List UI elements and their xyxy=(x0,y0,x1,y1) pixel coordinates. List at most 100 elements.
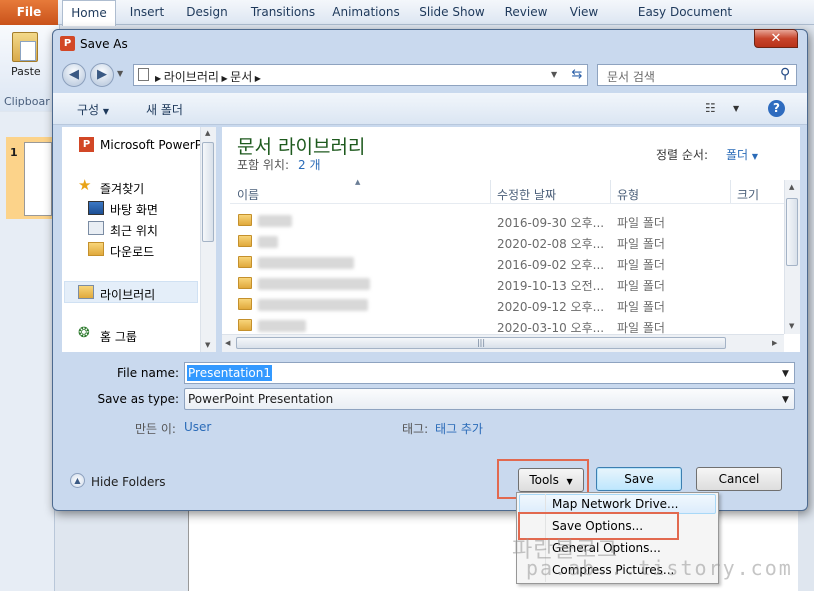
row-type: 파일 폴더 xyxy=(617,300,665,314)
file-name-dropdown-icon[interactable]: ▼ xyxy=(782,369,789,379)
save-as-type-label: Save as type: xyxy=(97,392,179,406)
nav-item-powerpoint[interactable]: Microsoft PowerPo xyxy=(100,138,200,152)
sort-by-label: 정렬 순서: xyxy=(656,148,709,162)
column-header-name[interactable]: 이름 xyxy=(237,186,259,203)
chevron-down-icon: ▼ xyxy=(102,107,110,116)
row-date: 2020-02-08 오후... xyxy=(497,237,605,251)
breadcrumb-libraries[interactable]: 라이브러리 xyxy=(164,70,219,84)
row-type: 파일 폴더 xyxy=(617,279,665,293)
tab-easy-document-creator[interactable]: Easy Document Creator xyxy=(620,0,750,44)
column-divider[interactable] xyxy=(490,180,491,204)
column-divider[interactable] xyxy=(730,180,731,204)
slide-thumbnail-preview[interactable] xyxy=(24,142,52,216)
authors-label: 만든 이: xyxy=(135,422,176,436)
chevron-down-icon: ▼ xyxy=(751,152,759,161)
folder-icon xyxy=(238,298,252,310)
nav-item-recent-places[interactable]: 최근 위치 xyxy=(110,222,158,239)
help-icon[interactable]: ? xyxy=(768,100,785,117)
tags-field[interactable]: 태그 추가 xyxy=(435,420,483,437)
paste-icon[interactable] xyxy=(12,32,38,62)
search-icon[interactable]: ⚲ xyxy=(780,66,790,82)
cancel-button[interactable]: Cancel xyxy=(696,467,782,491)
new-folder-button[interactable]: 새 폴더 xyxy=(146,101,183,118)
column-header-size[interactable]: 크기 xyxy=(737,186,759,203)
nav-item-downloads[interactable]: 다운로드 xyxy=(110,243,154,260)
recent-pages-chevron-icon[interactable]: ▼ xyxy=(117,69,123,78)
scroll-right-icon[interactable]: ▶ xyxy=(772,339,777,347)
redacted-folder-name xyxy=(258,299,368,311)
tab-home[interactable]: Home xyxy=(62,0,116,26)
scroll-down-icon[interactable]: ▼ xyxy=(205,341,210,349)
row-type: 파일 폴더 xyxy=(617,216,665,230)
redacted-folder-name xyxy=(258,278,370,290)
tab-slide-show[interactable]: Slide Show xyxy=(416,0,488,25)
table-row[interactable]: 2016-09-02 오후... 파일 폴더 xyxy=(230,253,785,274)
slide-number: 1 xyxy=(10,146,18,159)
save-button[interactable]: Save xyxy=(596,467,682,491)
organize-menu[interactable]: 구성 ▼ xyxy=(77,101,109,118)
sort-by-dropdown[interactable]: 폴더 ▼ xyxy=(726,146,758,163)
file-name-input[interactable] xyxy=(184,362,795,384)
library-includes-link[interactable]: 2 개 xyxy=(298,156,321,173)
column-header-date[interactable]: 수정한 날짜 xyxy=(497,186,556,203)
tags-label: 태그: xyxy=(402,422,429,436)
header-divider xyxy=(230,203,785,204)
table-row[interactable]: 2020-02-08 오후... 파일 폴더 xyxy=(230,232,785,253)
authors-field[interactable]: User xyxy=(184,420,211,434)
file-list-vertical-thumb[interactable] xyxy=(786,198,798,266)
tab-animations[interactable]: Animations xyxy=(330,0,402,25)
redacted-folder-name xyxy=(258,257,354,269)
column-header-type[interactable]: 유형 xyxy=(617,186,639,203)
table-row[interactable]: 2019-10-13 오전... 파일 폴더 xyxy=(230,274,785,295)
tab-insert[interactable]: Insert xyxy=(122,0,172,25)
close-button[interactable]: ✕ xyxy=(754,29,798,48)
menu-item-map-network-drive[interactable]: Map Network Drive... xyxy=(552,497,679,511)
folder-icon xyxy=(238,235,252,247)
breadcrumb-separator-icon: ▶ xyxy=(252,74,261,83)
file-name-value[interactable]: Presentation1 xyxy=(187,365,272,381)
desktop-icon xyxy=(88,201,104,215)
forward-arrow-icon: ▶ xyxy=(97,67,107,82)
tab-transitions[interactable]: Transitions xyxy=(245,0,321,25)
nav-scrollbar-thumb[interactable] xyxy=(202,142,214,242)
powerpoint-icon: P xyxy=(79,137,94,152)
tab-view[interactable]: View xyxy=(564,0,604,25)
row-type: 파일 폴더 xyxy=(617,237,665,251)
scroll-left-icon[interactable]: ◀ xyxy=(225,339,230,347)
scroll-up-icon[interactable]: ▲ xyxy=(205,129,210,137)
address-dropdown-icon[interactable]: ▼ xyxy=(551,70,557,79)
redacted-folder-name xyxy=(258,236,278,248)
nav-item-desktop[interactable]: 바탕 화면 xyxy=(110,201,158,218)
table-row[interactable]: 2016-09-30 오후... 파일 폴더 xyxy=(230,211,785,232)
scroll-up-icon[interactable]: ▲ xyxy=(789,183,794,191)
tab-review[interactable]: Review xyxy=(502,0,550,25)
table-row[interactable]: 2020-09-12 오후... 파일 폴더 xyxy=(230,295,785,316)
hide-folders-button[interactable]: Hide Folders xyxy=(91,475,166,489)
forward-button[interactable]: ▶ xyxy=(90,63,114,87)
row-date: 2016-09-30 오후... xyxy=(497,216,605,230)
column-divider[interactable] xyxy=(610,180,611,204)
folder-icon xyxy=(238,277,252,289)
view-dropdown-icon[interactable]: ▼ xyxy=(733,104,739,113)
breadcrumb-documents[interactable]: 문서 xyxy=(230,70,252,84)
nav-item-homegroup[interactable]: 홈 그룹 xyxy=(100,328,137,345)
location-icon xyxy=(138,68,149,81)
view-options-icon[interactable]: ☷ xyxy=(705,101,716,115)
file-tab[interactable]: File xyxy=(0,0,58,25)
breadcrumb[interactable]: ▶ 라이브러리 ▶ 문서 ▶ xyxy=(155,68,261,85)
paste-label[interactable]: Paste xyxy=(11,65,41,78)
refresh-icon[interactable]: ⇆ xyxy=(566,65,588,85)
nav-item-favorites[interactable]: 즐겨찾기 xyxy=(100,180,144,197)
row-type: 파일 폴더 xyxy=(617,258,665,272)
redacted-folder-name xyxy=(258,320,306,332)
scroll-down-icon[interactable]: ▼ xyxy=(789,322,794,330)
tab-design[interactable]: Design xyxy=(182,0,232,25)
save-as-type-dropdown-icon[interactable]: ▼ xyxy=(782,395,789,405)
back-button[interactable]: ◀ xyxy=(62,63,86,87)
sort-by-value: 폴더 xyxy=(726,148,749,162)
hide-folders-icon[interactable]: ▲ xyxy=(70,473,85,488)
nav-item-libraries[interactable]: 라이브러리 xyxy=(100,286,155,303)
folder-icon xyxy=(238,256,252,268)
file-list-horizontal-thumb[interactable]: ||| xyxy=(236,337,726,349)
watermark-url: pa.ab...tistory.com xyxy=(526,556,793,580)
